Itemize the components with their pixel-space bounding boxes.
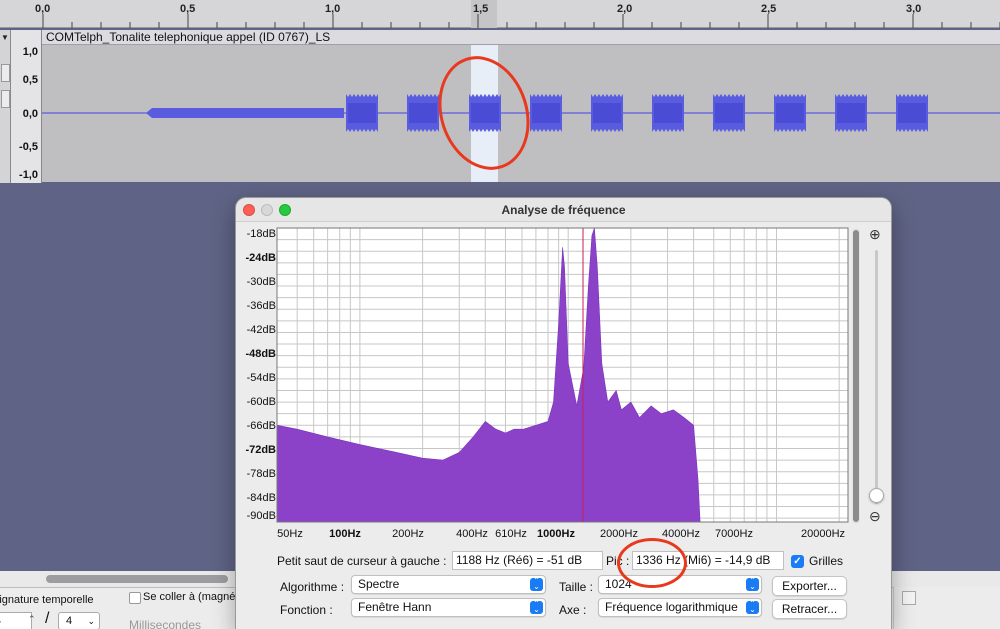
clip-title-bar[interactable]: COMTelph_Tonalite telephonique appel (ID…	[42, 30, 1000, 45]
timeline-ruler[interactable]: 0,0 0,5 1,0 1,5 2,0 2,5 3,0	[0, 0, 1000, 28]
track-control-panel[interactable]: ▼	[0, 30, 11, 183]
scale-label: -0,5	[19, 141, 38, 153]
zoom-out-icon[interactable]: ⊖	[869, 508, 881, 525]
snap-label: Se coller à (magnét	[143, 591, 239, 603]
y-tick-label: -78dB	[246, 468, 276, 480]
axis-label: Axe :	[559, 603, 587, 617]
axis-value: Fréquence logarithmique	[605, 600, 738, 614]
y-tick-label: -54dB	[246, 372, 276, 384]
x-tick-label: 610Hz	[495, 528, 527, 540]
annotation-circle	[617, 538, 687, 588]
cursor-value: 1188 Hz (Ré6) = -51 dB	[456, 553, 583, 567]
algorithm-select[interactable]: Spectre ⌃ ⌄	[351, 575, 546, 594]
y-tick-label: -72dB	[245, 444, 276, 456]
clip-name: COMTelph_Tonalite telephonique appel (ID…	[46, 30, 331, 44]
x-tick-label: 100Hz	[329, 528, 361, 540]
scale-label: -1,0	[19, 169, 38, 181]
ruler-label: 0,5	[180, 3, 196, 15]
chevron-down-icon: ⌄	[87, 616, 95, 626]
select-arrows-icon: ⌃ ⌄	[530, 600, 543, 614]
grids-checkbox[interactable]: ✓	[791, 555, 804, 568]
function-value: Fenêtre Hann	[358, 600, 432, 614]
x-tick-label: 4000Hz	[662, 528, 700, 540]
plot-scrollbar-thumb[interactable]	[853, 230, 859, 522]
grids-label: Grilles	[809, 554, 844, 568]
snap-checkbox[interactable]	[129, 592, 141, 604]
ruler-label: 2,0	[617, 3, 633, 15]
spectrum-plot[interactable]	[236, 222, 891, 532]
y-tick-label: -42dB	[246, 324, 276, 336]
y-tick-label: -66dB	[246, 420, 276, 432]
y-tick-label: -60dB	[246, 396, 276, 408]
time-signature-label: Signature temporelle	[0, 594, 94, 606]
y-tick-label: -84dB	[246, 492, 276, 504]
zoom-slider[interactable]	[875, 250, 878, 504]
x-tick-label: 200Hz	[392, 528, 424, 540]
x-tick-label: 400Hz	[456, 528, 488, 540]
denominator-value: 4	[66, 615, 73, 627]
ruler-label: 1,0	[325, 3, 341, 15]
snap-time-format[interactable]: Millisecondes	[129, 618, 201, 629]
x-tick-label: 1000Hz	[537, 528, 575, 540]
ruler-label: 2,5	[761, 3, 777, 15]
y-tick-label: -90dB	[246, 510, 276, 522]
ruler-label: 1,5	[473, 3, 489, 15]
track-menu-arrow-icon[interactable]: ▼	[1, 33, 9, 42]
y-tick-label: -36dB	[246, 300, 276, 312]
select-arrows-icon: ⌃ ⌄	[530, 577, 543, 591]
y-tick-label: -30dB	[246, 276, 276, 288]
size-label: Taille :	[559, 580, 594, 594]
ruler-label: 3,0	[906, 3, 922, 15]
ruler-ticks	[42, 14, 1000, 28]
x-tick-label: 2000Hz	[600, 528, 638, 540]
track-select-button[interactable]	[1, 64, 10, 82]
toolbar-button[interactable]	[902, 591, 916, 605]
select-arrows-icon: ⌃ ⌄	[746, 600, 759, 614]
ruler-label: 0,0	[35, 3, 51, 15]
export-button[interactable]: Exporter...	[772, 576, 847, 596]
track-collapse-button[interactable]	[1, 90, 10, 108]
function-select[interactable]: Fenêtre Hann ⌃ ⌄	[351, 598, 546, 617]
function-label: Fonction :	[280, 603, 333, 617]
amplitude-scale[interactable]: 1,0 0,5 0,0 -0,5 -1,0	[11, 30, 42, 183]
y-tick-label: -48dB	[245, 348, 276, 360]
select-arrows-icon: ⌃ ⌄	[746, 577, 759, 591]
time-signature-slash: /	[45, 610, 50, 627]
time-signature-denominator[interactable]: 4 ⌄	[58, 612, 100, 629]
scale-label: 1,0	[22, 46, 38, 58]
zoom-in-icon[interactable]: ⊕	[869, 226, 881, 243]
frequency-analysis-dialog: Analyse de fréquence -18dB -24dB -30dB -…	[236, 198, 891, 629]
cursor-label: Petit saut de curseur à gauche :	[277, 554, 447, 568]
axis-select[interactable]: Fréquence logarithmique ⌃ ⌄	[598, 598, 762, 617]
scale-label: 0,0	[22, 108, 38, 120]
numerator-value: 4	[0, 615, 1, 627]
cursor-value-field[interactable]: 1188 Hz (Ré6) = -51 dB	[452, 551, 603, 570]
dialog-title: Analyse de fréquence	[501, 203, 626, 217]
scrollbar-thumb[interactable]	[46, 575, 228, 583]
algorithm-label: Algorithme :	[280, 580, 345, 594]
replot-button[interactable]: Retracer...	[772, 599, 847, 619]
dialog-titlebar[interactable]: Analyse de fréquence	[236, 198, 891, 222]
scale-label: 0,5	[22, 74, 38, 86]
y-tick-label: -18dB	[246, 228, 276, 240]
x-tick-label: 20000Hz	[800, 528, 846, 540]
stepper-icon[interactable]: ⌃⌄	[28, 614, 36, 629]
x-tick-label: 50Hz	[277, 528, 303, 540]
y-tick-label: -24dB	[245, 252, 276, 264]
zoom-slider-knob[interactable]	[869, 488, 884, 503]
x-tick-label: 7000Hz	[715, 528, 753, 540]
algorithm-value: Spectre	[358, 577, 400, 591]
